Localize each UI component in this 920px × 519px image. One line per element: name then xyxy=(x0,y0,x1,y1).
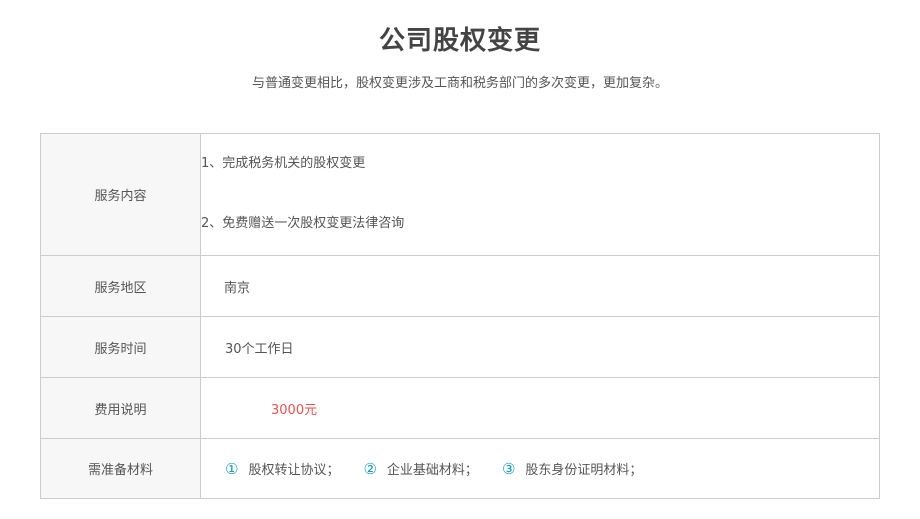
page-title: 公司股权变更 xyxy=(378,26,541,56)
service-content-value: 1、完成税务机关的股权变更 2、免费赠送一次股权变更法律咨询 xyxy=(201,134,879,255)
table-row-materials: 需准备材料 ① 股权转让协议； ② 企业基础材料； ③ 股东身份证明材料； xyxy=(41,439,879,498)
table-row-fee: 费用说明 3000元 xyxy=(41,378,879,439)
service-content-label: 服务内容 xyxy=(41,134,201,255)
materials-item: ③ 股东身份证明材料； xyxy=(501,459,643,479)
table-row-service-time: 服务时间 30个工作日 xyxy=(41,317,879,378)
circled-number-2: ② xyxy=(363,459,377,478)
materials-list: ① 股权转让协议； ② 企业基础材料； ③ 股东身份证明材料； xyxy=(225,439,666,498)
materials-item-text: 股东身份证明材料； xyxy=(525,463,643,478)
page-subtitle: 与普通变更相比，股权变更涉及工商和税务部门的多次变更，更加复杂。 xyxy=(251,76,668,91)
materials-label: 需准备材料 xyxy=(41,439,201,498)
service-info-table: 服务内容 1、完成税务机关的股权变更 2、免费赠送一次股权变更法律咨询 服务地区… xyxy=(40,133,880,499)
service-region-value: 南京 xyxy=(224,280,251,296)
materials-item-text: 企业基础材料； xyxy=(386,463,478,478)
materials-item: ① 股权转让协议； xyxy=(225,459,340,479)
fee-value: 3000元 xyxy=(271,402,318,418)
table-row-service-content: 服务内容 1、完成税务机关的股权变更 2、免费赠送一次股权变更法律咨询 xyxy=(41,134,879,256)
materials-item-text: 股权转让协议； xyxy=(248,463,340,478)
materials-cell: ① 股权转让协议； ② 企业基础材料； ③ 股东身份证明材料； xyxy=(201,439,879,498)
materials-item: ② 企业基础材料； xyxy=(363,459,478,479)
table-row-service-region: 服务地区 南京 xyxy=(41,256,879,317)
service-time-value: 30个工作日 xyxy=(225,341,294,357)
service-region-label: 服务地区 xyxy=(41,256,201,316)
fee-label: 费用说明 xyxy=(41,378,201,438)
fee-cell: 3000元 xyxy=(201,378,879,438)
service-content-line-2: 2、免费赠送一次股权变更法律咨询 xyxy=(201,216,405,231)
service-time-cell: 30个工作日 xyxy=(201,317,879,377)
circled-number-1: ① xyxy=(225,459,239,478)
service-region-cell: 南京 xyxy=(201,256,879,316)
service-content-line-1: 1、完成税务机关的股权变更 xyxy=(201,156,366,171)
service-time-label: 服务时间 xyxy=(41,317,201,377)
circled-number-3: ③ xyxy=(501,459,516,478)
